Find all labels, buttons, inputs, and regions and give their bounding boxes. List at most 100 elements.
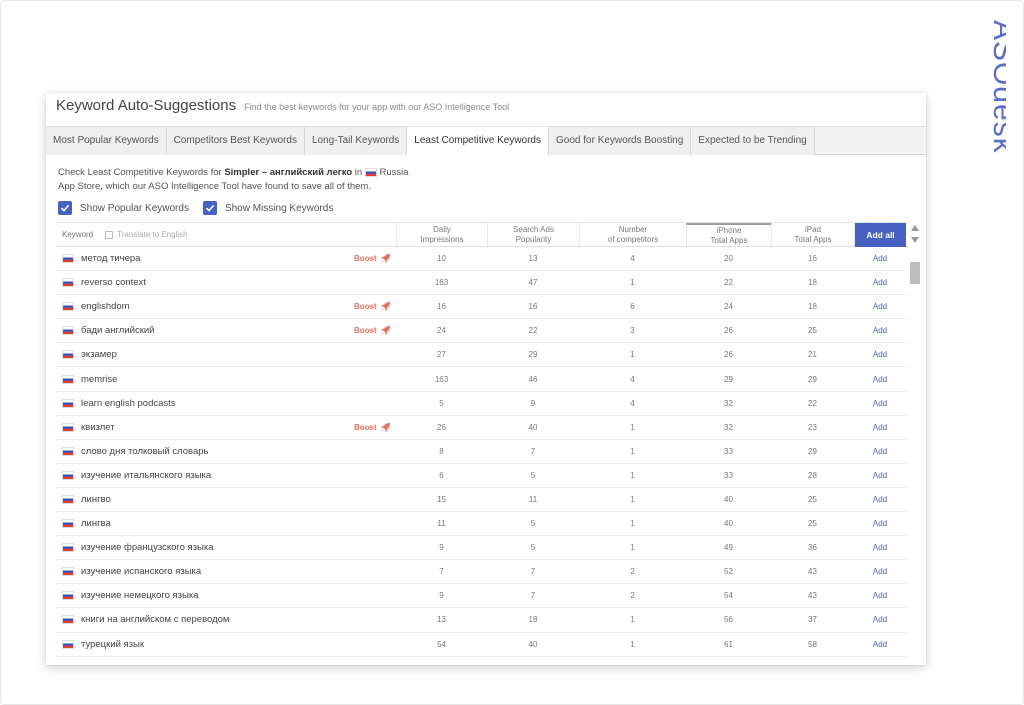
competitors-cell: 1 [630, 639, 635, 649]
search-ads-popularity-cell: 46 [528, 374, 538, 384]
boost-button[interactable]: Boost [354, 325, 391, 336]
description-suffix: App Store, which our ASO Intelligence To… [58, 181, 371, 192]
table-row: изучение немецкого языка 9 7 2 54 43 Add [56, 584, 908, 609]
add-keyword-button[interactable]: Add [854, 519, 906, 528]
search-ads-popularity-cell: 9 [530, 398, 536, 408]
show-missing-checkbox[interactable]: Show Missing Keywords [202, 201, 333, 215]
rocket-icon [380, 422, 390, 432]
iphone-total-apps-cell: 24 [724, 302, 733, 312]
add-keyword-button[interactable]: Add [854, 495, 906, 504]
competitors-cell: 1 [630, 446, 635, 456]
add-keyword-button[interactable]: Add [854, 640, 906, 649]
ipad-total-apps-cell: 25 [808, 326, 817, 336]
search-ads-popularity-cell: 22 [528, 326, 538, 336]
add-keyword-button[interactable]: Add [854, 302, 906, 311]
keyword-cell: квизлет Boost [56, 422, 396, 433]
add-keyword-button[interactable]: Add [854, 447, 906, 456]
keyword-column-header[interactable]: Keyword Translate to English [56, 223, 396, 246]
competitors-cell: 3 [630, 326, 635, 336]
ipad-total-apps-header[interactable]: iPad Total Apps [771, 223, 854, 246]
daily-impressions-cell: 13 [437, 615, 446, 625]
checkmark-icon [58, 201, 72, 215]
scroll-up-icon[interactable] [908, 222, 922, 234]
boost-button[interactable]: Boost [354, 422, 391, 433]
daily-impressions-cell: 7 [439, 567, 444, 577]
table-row: englishdom Boost 16 16 6 24 18 Add [56, 295, 908, 320]
keyword-cell: лингва [56, 518, 396, 529]
iphone-total-apps-cell: 33 [724, 446, 733, 456]
add-keyword-button[interactable]: Add [854, 615, 906, 624]
rocket-icon [380, 326, 390, 336]
add-keyword-button[interactable]: Add [854, 567, 906, 576]
keyword-cell: изучение испанского языка [56, 566, 396, 577]
table-row: слово дня толковый словарь 8 7 1 33 29 Add [56, 440, 908, 464]
keyword-text: learn english podcasts [81, 397, 176, 409]
table-row: reverso context 163 47 1 22 18 Add [56, 271, 908, 296]
ipad-total-apps-cell: 58 [808, 639, 817, 649]
iphone-total-apps-cell: 20 [724, 254, 733, 264]
tab-competitors-best[interactable]: Competitors Best Keywords [166, 127, 305, 155]
boost-button[interactable]: Boost [354, 253, 391, 264]
table-row: изучение французского языка 9 5 1 49 36 Add [56, 536, 908, 561]
ipad-total-apps-cell: 36 [808, 543, 817, 553]
iphone-total-apps-cell: 61 [724, 639, 733, 649]
add-keyword-button[interactable]: Add [854, 423, 906, 432]
tab-least-competitive[interactable]: Least Competitive Keywords [407, 127, 549, 156]
search-ads-popularity-header[interactable]: Search Ads Popularity [487, 223, 579, 246]
add-keyword-button[interactable]: Add [854, 254, 906, 263]
country-name: Russia [379, 167, 409, 178]
keyword-cell: изучение итальянского языка [56, 470, 396, 481]
russia-flag-icon [62, 422, 74, 432]
scrollbar-thumb[interactable] [910, 262, 920, 284]
add-all-button[interactable]: Add all [854, 223, 906, 247]
tab-long-tail[interactable]: Long-Tail Keywords [305, 127, 408, 155]
number-of-competitors-header[interactable]: Number of competitors [579, 223, 686, 246]
keyword-cell: изучение немецкого языка [56, 590, 396, 601]
scrollbar[interactable] [908, 222, 922, 662]
iphone-total-apps-header[interactable]: iPhone Total Apps [686, 223, 771, 246]
russia-flag-icon [62, 398, 74, 408]
checkmark-icon [202, 201, 217, 215]
add-keyword-button[interactable]: Add [854, 471, 906, 480]
daily-impressions-header[interactable]: Daily Impressions [396, 223, 487, 246]
add-keyword-button[interactable]: Add [854, 399, 906, 408]
add-keyword-button[interactable]: Add [854, 375, 906, 384]
competitors-cell: 4 [630, 254, 635, 264]
tab-trending[interactable]: Expected to be Trending [691, 127, 815, 155]
search-ads-popularity-cell: 5 [530, 470, 536, 480]
table-row: learn english podcasts 5 9 4 32 22 Add [56, 392, 908, 416]
ipad-total-apps-cell: 16 [808, 254, 817, 264]
keyword-cell: бади английский Boost [56, 325, 396, 336]
translate-checkbox[interactable] [105, 230, 114, 239]
search-ads-popularity-cell: 5 [530, 543, 536, 553]
show-popular-checkbox[interactable]: Show Popular Keywords [58, 201, 189, 215]
daily-impressions-cell: 27 [437, 350, 446, 360]
add-keyword-button[interactable]: Add [854, 326, 906, 335]
table-row: книги на английском с переводом 13 18 1 56 37… [56, 608, 908, 633]
daily-impressions-cell: 24 [437, 326, 446, 336]
scroll-down-icon[interactable] [908, 234, 922, 246]
tab-most-popular[interactable]: Most Popular Keywords [46, 127, 167, 155]
russia-flag-icon [62, 519, 74, 529]
search-ads-popularity-cell: 29 [528, 350, 538, 360]
add-keyword-button[interactable]: Add [854, 350, 906, 359]
table-row: изучение итальянского языка 6 5 1 33 28 Add [56, 464, 908, 488]
add-keyword-button[interactable]: Add [854, 591, 906, 600]
tab-keywords-boosting[interactable]: Good for Keywords Boosting [549, 127, 692, 155]
competitors-cell: 2 [630, 567, 635, 577]
boost-button[interactable]: Boost [354, 301, 391, 312]
ipad-total-apps-cell: 25 [808, 519, 817, 529]
russia-flag-icon [62, 446, 74, 456]
keyword-cell: learn english podcasts [56, 398, 396, 409]
russia-flag-icon [62, 470, 74, 480]
keyword-text: книги на английском с переводом [81, 614, 230, 626]
search-ads-popularity-cell: 13 [528, 254, 538, 264]
boost-label: Boost [354, 302, 377, 312]
table-row: изучение испанского языка 7 7 2 52 43 Add [56, 560, 908, 585]
iphone-total-apps-cell: 40 [724, 519, 733, 529]
add-keyword-button[interactable]: Add [854, 543, 906, 552]
russia-flag-icon [364, 167, 377, 177]
ipad-total-apps-cell: 43 [808, 567, 817, 577]
page-subtitle: Find the best keywords for your app with… [244, 102, 510, 112]
add-keyword-button[interactable]: Add [854, 278, 906, 287]
